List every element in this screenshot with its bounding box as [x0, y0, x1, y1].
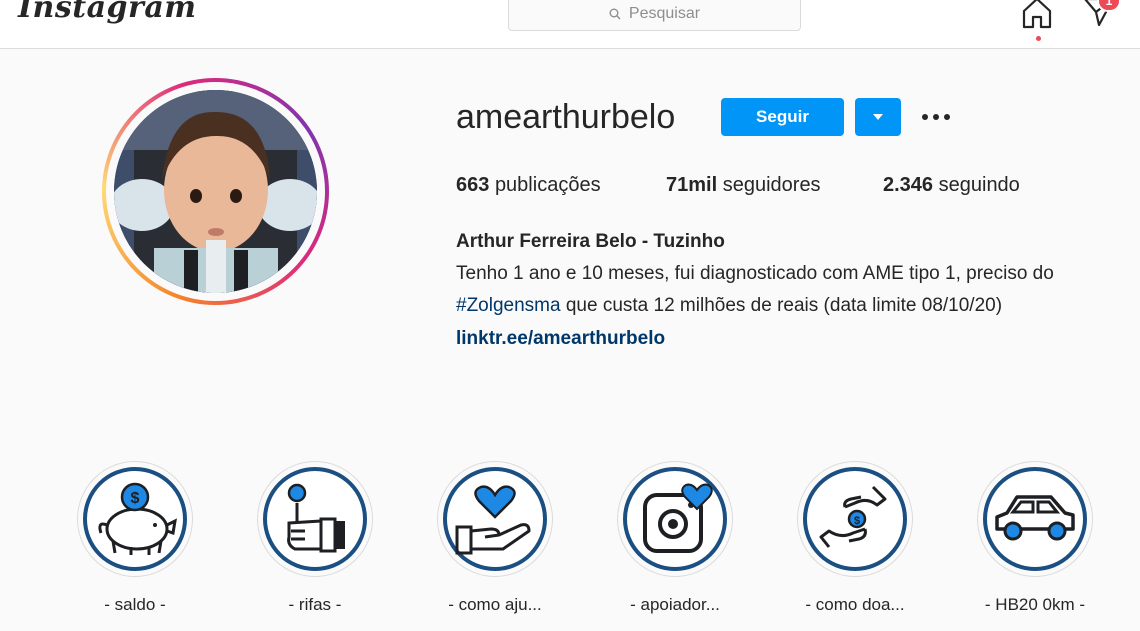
- followers-stat[interactable]: 71mil seguidores: [666, 174, 821, 197]
- car-icon: [995, 495, 1075, 541]
- more-options-button[interactable]: [918, 104, 954, 130]
- profile-full-name: Arthur Ferreira Belo - Tuzinho: [456, 231, 725, 252]
- following-label: seguindo: [938, 174, 1020, 196]
- highlight-rifas[interactable]: - rifas -: [257, 461, 373, 614]
- posts-label: publicações: [494, 174, 601, 196]
- instagram-logo[interactable]: Instagram: [18, 0, 197, 25]
- piggy-bank-icon: $: [98, 482, 177, 555]
- search-placeholder: Pesquisar: [628, 4, 701, 22]
- top-nav: Instagram Pesquisar 1: [0, 0, 1140, 49]
- hand-heart-icon: [455, 485, 531, 555]
- profile-username: amearthurbelo: [456, 98, 676, 136]
- search-input[interactable]: Pesquisar: [508, 0, 801, 31]
- following-count: 2.346: [883, 174, 934, 196]
- highlight-label: - como aju...: [448, 595, 542, 614]
- bio-line-2-text: que custa 12 milhões de reais (data limi…: [560, 295, 1003, 316]
- home-icon[interactable]: [1020, 0, 1054, 30]
- highlight-saldo[interactable]: $ - saldo -: [77, 461, 193, 614]
- posts-stat: 663 publicações: [456, 174, 601, 197]
- follow-button[interactable]: Seguir: [721, 98, 844, 136]
- camera-heart-icon: [643, 483, 713, 553]
- posts-count: 663: [456, 174, 490, 196]
- search-icon: [609, 8, 621, 19]
- highlight-label: - como doa...: [805, 595, 905, 614]
- more-dots-icon: [922, 114, 950, 120]
- highlight-apoiadores[interactable]: - apoiador...: [617, 461, 733, 614]
- followers-count: 71mil: [666, 174, 718, 196]
- profile-avatar-story-ring[interactable]: [102, 78, 329, 305]
- highlight-label: - HB20 0km -: [984, 595, 1086, 614]
- highlight-label: - apoiador...: [630, 595, 720, 614]
- highlight-como-ajudar[interactable]: - como aju...: [437, 461, 553, 614]
- hashtag-link[interactable]: #Zolgensma: [456, 295, 561, 316]
- highlight-hb20[interactable]: - HB20 0km -: [977, 461, 1093, 614]
- caret-down-icon: [873, 114, 883, 120]
- highlight-label: - saldo -: [104, 595, 166, 614]
- highlight-como-doar[interactable]: $ - como doa...: [797, 461, 913, 614]
- bio-line-1: Tenho 1 ano e 10 meses, fui diagnosticad…: [456, 263, 1054, 284]
- highlight-label: - rifas -: [288, 595, 342, 614]
- svg-text:$: $: [854, 515, 860, 527]
- bio-line-2: #Zolgensma que custa 12 milhões de reais…: [456, 295, 1002, 317]
- following-stat[interactable]: 2.346 seguindo: [883, 174, 1020, 197]
- svg-text:$: $: [131, 490, 140, 507]
- active-indicator-dot: [1036, 36, 1041, 41]
- hand-coin-icon: [287, 483, 345, 553]
- donate-hands-icon: $: [819, 485, 887, 548]
- followers-label: seguidores: [722, 174, 821, 196]
- avatar: [114, 90, 317, 293]
- profile-website-link[interactable]: linktr.ee/amearthurbelo: [456, 328, 665, 350]
- suggestions-dropdown-button[interactable]: [855, 98, 901, 136]
